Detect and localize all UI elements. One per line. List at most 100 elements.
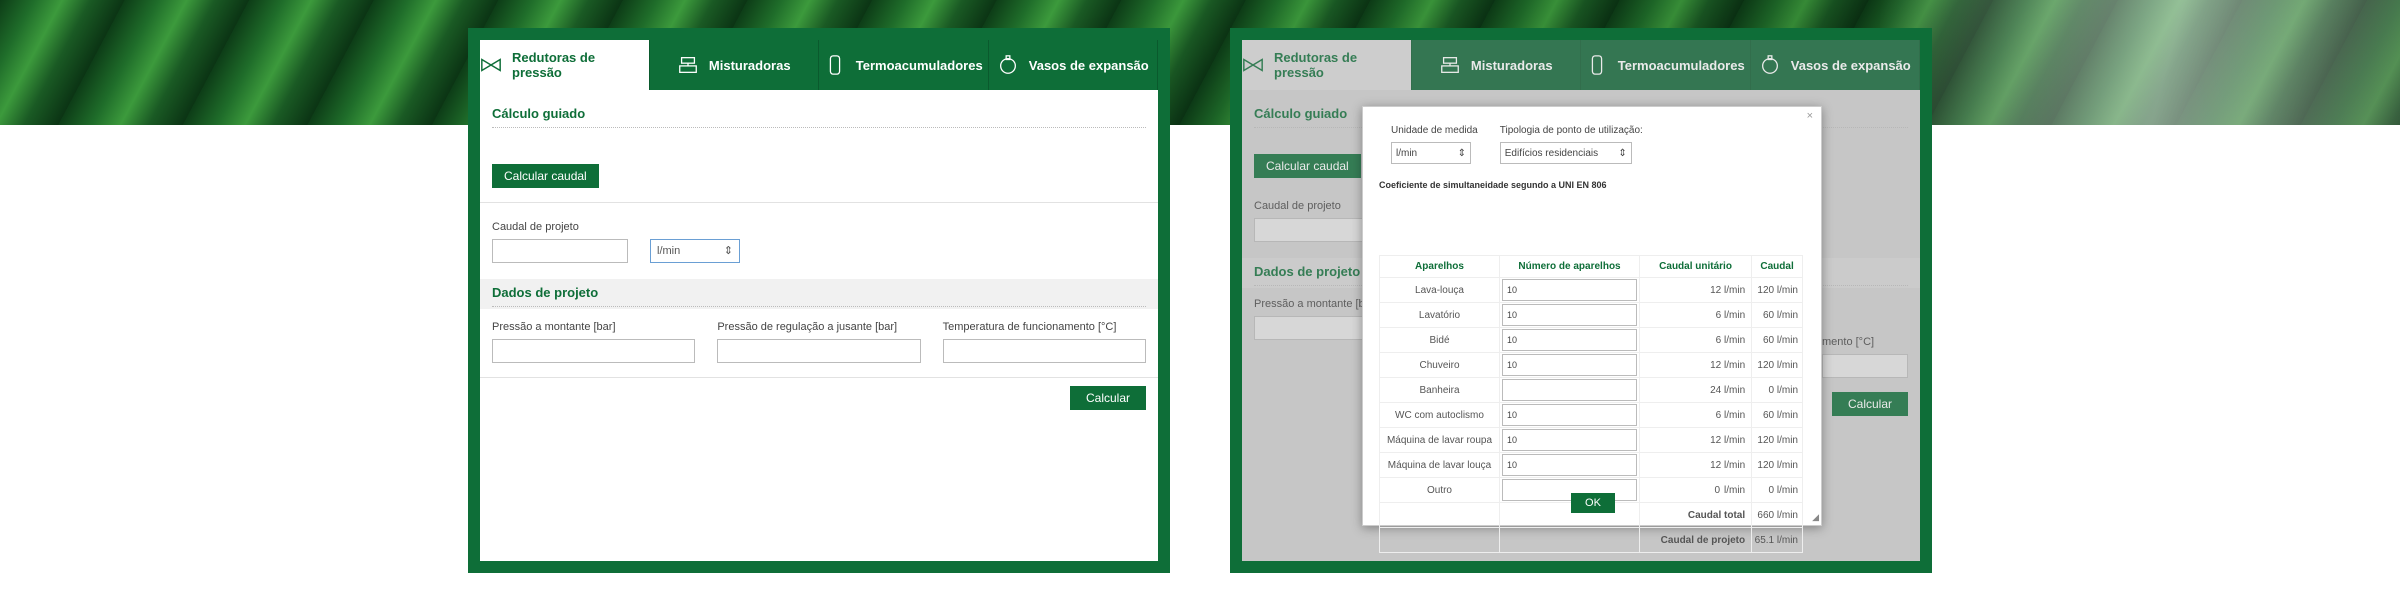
row-flow: 120 l/min: [1751, 452, 1803, 478]
unit-flow: 6 l/min: [1638, 327, 1753, 353]
project-flow-row: Caudal de projeto 65.1 l/min: [1379, 527, 1803, 553]
unit-label: Unidade de medida: [1391, 125, 1478, 136]
unit-flow: 12 l/min: [1638, 427, 1753, 453]
appliance-count-input[interactable]: [1502, 379, 1637, 401]
table-row: Lavatório 10 6 l/min 60 l/min: [1379, 302, 1803, 328]
table-row: Máquina de lavar louça 10 12 l/min 120 l…: [1379, 452, 1803, 478]
other-count-input[interactable]: [1502, 479, 1637, 501]
upstream-pressure-label: Pressão a montante [bar]: [492, 321, 616, 333]
coefficient-label: Coeficiente de simultaneidade segundo a …: [1379, 180, 1607, 190]
mixer-icon: [679, 57, 697, 73]
appliance-name: Bidé: [1379, 327, 1500, 353]
project-data-band: Dados de projeto: [480, 279, 1158, 309]
flow-calculation-dialog: × Unidade de medida l/min ⇕ Tipologia de…: [1362, 106, 1822, 553]
row-flow: 60 l/min: [1751, 302, 1803, 328]
row-flow: 60 l/min: [1751, 402, 1803, 428]
appliance-count-input[interactable]: 10: [1502, 279, 1637, 301]
other-unit-flow-input[interactable]: 0: [1640, 485, 1720, 496]
calculate-button[interactable]: Calcular: [1069, 386, 1146, 410]
select-arrows-icon: ⇕: [1618, 147, 1627, 159]
table-header-row: Aparelhos Número de aparelhos Caudal uni…: [1379, 255, 1803, 278]
project-data-title: Dados de projeto: [492, 285, 1146, 307]
tab-label: Termoacumuladores: [855, 57, 983, 73]
downstream-pressure-label: Pressão de regulação a jusante [bar]: [717, 321, 898, 333]
table-row: Máquina de lavar roupa 10 12 l/min 120 l…: [1379, 427, 1803, 453]
tab-mixers[interactable]: Misturadoras: [650, 40, 819, 90]
appliance-name: Banheira: [1379, 377, 1500, 403]
calc-flow-button[interactable]: Calcular caudal: [492, 164, 599, 188]
downstream-pressure-input[interactable]: [717, 339, 921, 363]
appliance-name: Lavatório: [1379, 302, 1500, 328]
select-arrows-icon: ⇕: [723, 245, 733, 257]
project-flow-label: Caudal de projeto: [492, 221, 579, 233]
row-flow: 120 l/min: [1751, 352, 1803, 378]
appliance-count-input[interactable]: 10: [1502, 304, 1637, 326]
project-flow-input[interactable]: [492, 239, 628, 263]
guided-calc-title: Cálculo guiado: [492, 106, 1146, 128]
valve-icon: [481, 58, 501, 72]
ok-button[interactable]: OK: [1571, 493, 1615, 513]
select-arrows-icon: ⇕: [1457, 147, 1466, 159]
operating-temperature-label: Temperatura de funcionamento [°C]: [942, 321, 1117, 333]
project-flow-result-label: Caudal de projeto: [1638, 527, 1753, 553]
other-unit-suffix: l/min: [1724, 484, 1746, 496]
unit-flow: 12 l/min: [1638, 452, 1753, 478]
unit-select[interactable]: l/min ⇕: [1391, 142, 1471, 164]
divider: [480, 377, 1158, 378]
appliance-name: Chuveiro: [1379, 352, 1500, 378]
panel-content: Redutoras de pressão Misturadoras Termoa…: [480, 40, 1158, 561]
table-row: Lava-louça 10 12 l/min 120 l/min: [1379, 277, 1803, 303]
boiler-icon: [829, 55, 841, 75]
calculator-panel-right: Redutoras de pressão Misturadoras Termoa…: [1230, 28, 1932, 573]
table-row: Chuveiro 10 12 l/min 120 l/min: [1379, 352, 1803, 378]
appliance-count-input[interactable]: 10: [1502, 329, 1637, 351]
row-flow: 0 l/min: [1751, 477, 1803, 503]
appliance-count-input[interactable]: 10: [1502, 429, 1637, 451]
header-count: Número de aparelhos: [1499, 255, 1640, 278]
appliance-count-input[interactable]: 10: [1502, 354, 1637, 376]
typology-value: Edifícios residenciais: [1504, 147, 1599, 159]
unit-value: l/min: [1396, 147, 1418, 159]
resize-handle-icon[interactable]: ◢: [1812, 512, 1819, 523]
tab-pressure-reducers[interactable]: Redutoras de pressão: [480, 40, 650, 90]
flow-unit-select[interactable]: l/min ⇕: [650, 239, 740, 263]
flow-unit-value: l/min: [657, 245, 681, 257]
panel-content: Redutoras de pressão Misturadoras Termoa…: [1242, 40, 1920, 561]
appliance-count-input[interactable]: 10: [1502, 404, 1637, 426]
tab-label: Misturadoras: [708, 57, 791, 73]
row-flow: 120 l/min: [1751, 277, 1803, 303]
total-flow-value: 660 l/min: [1751, 502, 1803, 528]
tab-label: Vasos de expansão: [1028, 57, 1149, 73]
hero-banner: [0, 0, 2400, 125]
header-appliances: Aparelhos: [1379, 255, 1500, 278]
operating-temperature-input[interactable]: [942, 339, 1146, 363]
unit-flow: 6 l/min: [1638, 402, 1753, 428]
appliance-name: WC com autoclismo: [1379, 402, 1500, 428]
unit-flow: 24 l/min: [1638, 377, 1753, 403]
table-row: Banheira 24 l/min 0 l/min: [1379, 377, 1803, 403]
appliance-name: Máquina de lavar louça: [1379, 452, 1500, 478]
tab-expansion-vessels[interactable]: Vasos de expansão: [989, 40, 1158, 90]
row-flow: 0 l/min: [1751, 377, 1803, 403]
unit-flow: 6 l/min: [1638, 302, 1753, 328]
total-flow-label: Caudal total: [1638, 502, 1753, 528]
appliance-name: Lava-louça: [1379, 277, 1500, 303]
unit-flow: 12 l/min: [1638, 277, 1753, 303]
header-flow: Caudal: [1751, 255, 1803, 278]
typology-select[interactable]: Edifícios residenciais ⇕: [1499, 142, 1632, 164]
expansion-vessel-icon: [999, 55, 1016, 74]
tab-water-heaters[interactable]: Termoacumuladores: [819, 40, 989, 90]
appliance-name: Outro: [1379, 477, 1500, 503]
appliance-count-input[interactable]: 10: [1502, 454, 1637, 476]
close-icon[interactable]: ×: [1807, 110, 1813, 122]
typology-label: Tipologia de ponto de utilização:: [1499, 125, 1643, 136]
appliance-name: Máquina de lavar roupa: [1379, 427, 1500, 453]
table-row: WC com autoclismo 10 6 l/min 60 l/min: [1379, 402, 1803, 428]
divider: [480, 202, 1158, 203]
row-flow: 120 l/min: [1751, 427, 1803, 453]
tab-bar: Redutoras de pressão Misturadoras Termoa…: [480, 40, 1158, 90]
table-row: Bidé 10 6 l/min 60 l/min: [1379, 327, 1803, 353]
row-flow: 60 l/min: [1751, 327, 1803, 353]
upstream-pressure-input[interactable]: [492, 339, 696, 363]
tab-label: Redutoras de pressão: [512, 50, 596, 80]
